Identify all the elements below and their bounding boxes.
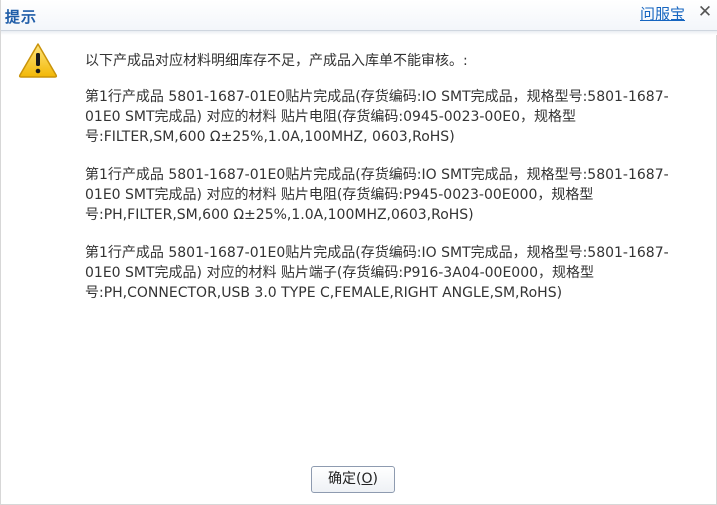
ok-button-suffix: ) [372, 471, 378, 487]
alert-dialog: 提示 问服宝 ✕ 以下产成品对应材料明细库存不足，产成品入库单不能审核。: 第1… [0, 0, 717, 505]
message-body: 以下产成品对应材料明细库存不足，产成品入库单不能审核。: 第1行产成品 5801… [85, 51, 685, 321]
message-item: 第1行产成品 5801-1687-01E0贴片完成品(存货编码:IO SMT完成… [85, 245, 669, 301]
close-icon[interactable]: ✕ [695, 1, 715, 23]
message-item: 第1行产成品 5801-1687-01E0贴片完成品(存货编码:IO SMT完成… [85, 89, 669, 145]
help-link[interactable]: 问服宝 [640, 3, 685, 24]
ok-button-label: 确定( [328, 471, 362, 487]
dialog-title: 提示 [5, 8, 38, 26]
ok-button-accesskey: O [361, 471, 373, 487]
ok-button[interactable]: 确定(O) [311, 466, 395, 493]
titlebar-shadow [1, 31, 717, 35]
message-item: 第1行产成品 5801-1687-01E0贴片完成品(存货编码:IO SMT完成… [85, 167, 669, 223]
dialog-titlebar: 提示 问服宝 ✕ [1, 0, 717, 31]
message-intro: 以下产成品对应材料明细库存不足，产成品入库单不能审核。: [85, 53, 468, 69]
warning-icon [18, 43, 58, 78]
